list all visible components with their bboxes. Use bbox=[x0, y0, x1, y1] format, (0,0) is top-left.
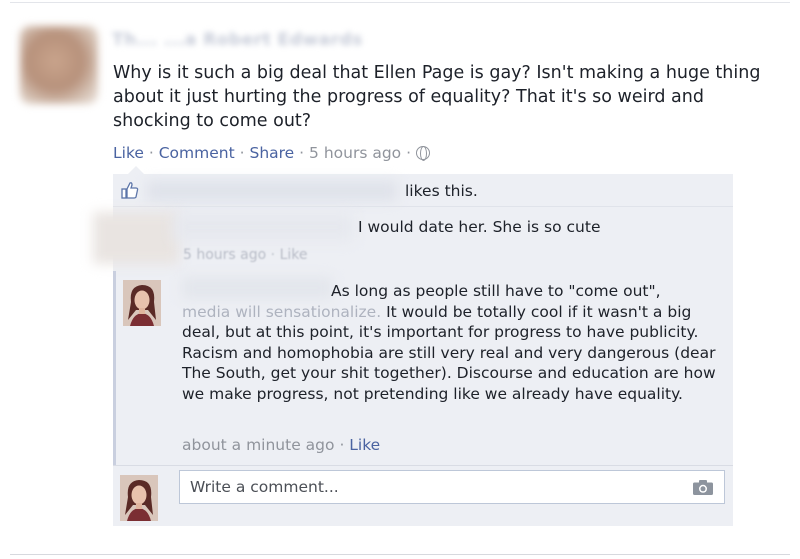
comment-composer: Write a comment... bbox=[113, 466, 733, 526]
separator: · bbox=[148, 144, 154, 162]
likes-row: likes this. bbox=[113, 174, 733, 207]
post-text: Why is it such a big deal that Ellen Pag… bbox=[113, 63, 761, 131]
share-link[interactable]: Share bbox=[249, 144, 294, 162]
portrait-image bbox=[120, 475, 158, 521]
globe-icon[interactable] bbox=[415, 146, 430, 161]
comment-text: As long as people still have to "come ou… bbox=[182, 281, 734, 404]
separator: · bbox=[270, 247, 280, 263]
portrait-image bbox=[123, 280, 161, 326]
comment-text: I would date her. She is so cute bbox=[358, 218, 601, 236]
comment-like-link[interactable]: Like bbox=[349, 436, 380, 454]
comment-like-link[interactable]: Like bbox=[280, 247, 308, 263]
author-avatar[interactable] bbox=[20, 26, 98, 104]
likes-text: likes this. bbox=[405, 182, 478, 200]
comments-section: likes this. I would date her. She is so … bbox=[93, 174, 733, 526]
author-name[interactable]: Th... ...a Robert Edwards bbox=[112, 30, 492, 52]
post-actions: Like · Comment · Share · 5 hours ago · bbox=[113, 144, 430, 162]
comment-avatar[interactable] bbox=[123, 280, 161, 326]
comment-text-lead: As long as people still have to "come ou… bbox=[331, 282, 661, 300]
comment-timestamp[interactable]: about a minute ago bbox=[182, 436, 335, 454]
user-avatar[interactable] bbox=[120, 475, 158, 521]
separator: · bbox=[299, 144, 305, 162]
thumbs-up-icon[interactable] bbox=[121, 181, 139, 199]
comment-text-faded: media will sensationalize. bbox=[182, 302, 382, 321]
comment-timestamp[interactable]: 5 hours ago bbox=[183, 247, 266, 263]
separator: · bbox=[239, 144, 245, 162]
post-timestamp[interactable]: 5 hours ago bbox=[309, 144, 401, 162]
comments-caret bbox=[128, 166, 144, 174]
camera-icon[interactable] bbox=[692, 479, 714, 496]
comment-input-placeholder: Write a comment... bbox=[190, 478, 339, 496]
comment-avatar[interactable] bbox=[93, 212, 179, 264]
like-link[interactable]: Like bbox=[113, 144, 144, 162]
separator: · bbox=[339, 436, 350, 454]
comment-meta: about a minute ago · Like bbox=[182, 436, 380, 454]
comment-item: As long as people still have to "come ou… bbox=[113, 271, 733, 465]
likers-names[interactable] bbox=[147, 181, 397, 201]
comment-author-name[interactable] bbox=[173, 214, 353, 240]
comment-input[interactable]: Write a comment... bbox=[179, 470, 725, 504]
separator: · bbox=[406, 144, 412, 162]
comment-meta: 5 hours ago · Like bbox=[183, 247, 307, 263]
comment-link[interactable]: Comment bbox=[159, 144, 235, 162]
